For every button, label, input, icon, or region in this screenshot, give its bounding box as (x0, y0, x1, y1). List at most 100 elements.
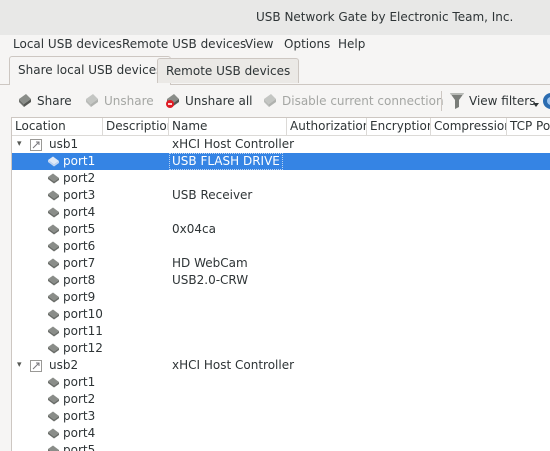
tree-row-location: port7 (63, 256, 96, 270)
tree-row-name: USB Receiver (172, 188, 253, 202)
disconnect-icon (264, 94, 276, 107)
tree-row-location: port10 (63, 307, 103, 321)
usb-port-icon (48, 428, 59, 439)
menu-options[interactable]: Options (284, 37, 330, 51)
usb-port-icon (48, 394, 59, 405)
tree-row-port[interactable]: port2 (12, 170, 550, 187)
tree-row-port[interactable]: port7 HD WebCam (12, 255, 550, 272)
tree-row-location: port9 (63, 290, 96, 304)
unshare-all-icon (166, 94, 179, 108)
usb-port-icon (48, 241, 59, 252)
tree-row-location: port1 (63, 375, 96, 389)
tree-row-port[interactable]: port3 USB Receiver (12, 187, 550, 204)
tree-row-hub[interactable]: ▾ usb2 xHCI Host Controller (12, 357, 550, 374)
tree-row-port[interactable]: port11 (12, 323, 550, 340)
tree-row-name: USB FLASH DRIVE (169, 153, 283, 170)
usb-port-icon (48, 275, 59, 286)
expander-icon[interactable]: ▾ (17, 357, 22, 374)
menu-remote-usb-devices[interactable]: Remote USB devices (122, 37, 246, 51)
tree-row-name: USB2.0-CRW (172, 273, 249, 287)
view-filters-label: View filters (469, 94, 536, 108)
tree-row-location: port4 (63, 426, 96, 440)
tree-row-port[interactable]: port4 (12, 425, 550, 442)
tree-row-port[interactable]: port10 (12, 306, 550, 323)
view-filters-button[interactable]: View filters (449, 89, 535, 113)
usb-port-icon (48, 411, 59, 422)
unshare-button[interactable]: Unshare (84, 89, 154, 113)
tree-row-location: port1 (63, 154, 96, 168)
tree-row-location: usb2 (49, 358, 79, 372)
column-header-encryption[interactable]: Encryption (367, 118, 431, 135)
unshare-all-label: Unshare all (185, 94, 253, 108)
tree-row-name: HD WebCam (172, 256, 248, 270)
tree-row-name: xHCI Host Controller (172, 358, 295, 372)
usb-port-icon (48, 445, 59, 451)
usb-port-icon (48, 156, 59, 167)
tree-row-location: port8 (63, 273, 96, 287)
usb-port-icon (48, 343, 59, 354)
usb-hub-icon (30, 139, 42, 151)
toolbar: Share Unshare Unshare all Disable curren… (0, 85, 550, 117)
window-title: USB Network Gate by Electronic Team, Inc… (256, 10, 514, 24)
disable-current-connection-label: Disable current connection (282, 94, 444, 108)
expander-icon[interactable]: ▾ (17, 136, 22, 153)
tree-row-location: usb1 (49, 137, 79, 151)
tree-row-location: port6 (63, 239, 96, 253)
usb-port-icon (48, 326, 59, 337)
tree-row-name: xHCI Host Controller (172, 137, 295, 151)
tab-remote-usb-devices[interactable]: Remote USB devices (157, 58, 300, 83)
tree-row-location: port5 (63, 222, 96, 236)
tree-row-location: port2 (63, 171, 96, 185)
tab-label: Remote USB devices (166, 64, 291, 78)
tree-row-port[interactable]: port5 0x04ca (12, 221, 550, 238)
share-button[interactable]: Share (17, 89, 72, 113)
tree-row-port[interactable]: port1 USB FLASH DRIVE (12, 153, 550, 170)
column-header-authorization[interactable]: Authorization (287, 118, 367, 135)
dropdown-arrow-icon[interactable] (533, 103, 539, 108)
device-tree-table[interactable]: Location Description Name Authorization … (11, 117, 550, 451)
tree-row-port[interactable]: port6 (12, 238, 550, 255)
menu-view[interactable]: View (245, 37, 273, 51)
unshare-icon (86, 94, 98, 107)
tab-share-local-usb-devices[interactable]: Share local USB devices (9, 56, 172, 85)
column-header-location[interactable]: Location (12, 118, 103, 135)
tree-row-port[interactable]: port8 USB2.0-CRW (12, 272, 550, 289)
menu-bar: Local USB devices Remote USB devices Vie… (0, 35, 550, 55)
column-header-compression[interactable]: Compression (431, 118, 507, 135)
column-header-description[interactable]: Description (103, 118, 169, 135)
tree-row-port[interactable]: port12 (12, 340, 550, 357)
tree-row-location: port3 (63, 409, 96, 423)
share-icon (19, 94, 31, 107)
tree-row-hub[interactable]: ▾ usb1 xHCI Host Controller (12, 136, 550, 153)
usb-port-icon (48, 309, 59, 320)
tree-row-port[interactable]: port3 (12, 408, 550, 425)
column-header-name[interactable]: Name (169, 118, 287, 135)
overflow-icon[interactable] (542, 92, 550, 110)
title-bar: USB Network Gate by Electronic Team, Inc… (0, 0, 550, 36)
usb-port-icon (48, 224, 59, 235)
column-header-tcp-port[interactable]: TCP Po (507, 118, 550, 135)
usb-hub-icon (30, 360, 42, 372)
usb-port-icon (48, 292, 59, 303)
tree-row-port[interactable]: port1 (12, 374, 550, 391)
usb-port-icon (48, 173, 59, 184)
tree-row-location: port3 (63, 188, 96, 202)
tree-row-location: port2 (63, 392, 96, 406)
usb-port-icon (48, 258, 59, 269)
tab-bar: Share local USB devices Remote USB devic… (0, 56, 550, 85)
tree-row-location: port4 (63, 205, 96, 219)
disable-current-connection-button[interactable]: Disable current connection (262, 89, 444, 113)
tree-row-port[interactable]: port9 (12, 289, 550, 306)
menu-help[interactable]: Help (338, 37, 365, 51)
tree-row-name: 0x04ca (172, 222, 216, 236)
tree-row-port[interactable]: port2 (12, 391, 550, 408)
unshare-label: Unshare (104, 94, 154, 108)
menu-local-usb-devices[interactable]: Local USB devices (13, 37, 122, 51)
share-label: Share (37, 94, 72, 108)
filter-icon (450, 93, 464, 109)
tree-row-port[interactable]: port4 (12, 204, 550, 221)
usb-port-icon (48, 377, 59, 388)
usb-port-icon (48, 207, 59, 218)
unshare-all-button[interactable]: Unshare all (165, 89, 253, 113)
tree-row-location: port12 (63, 341, 103, 355)
